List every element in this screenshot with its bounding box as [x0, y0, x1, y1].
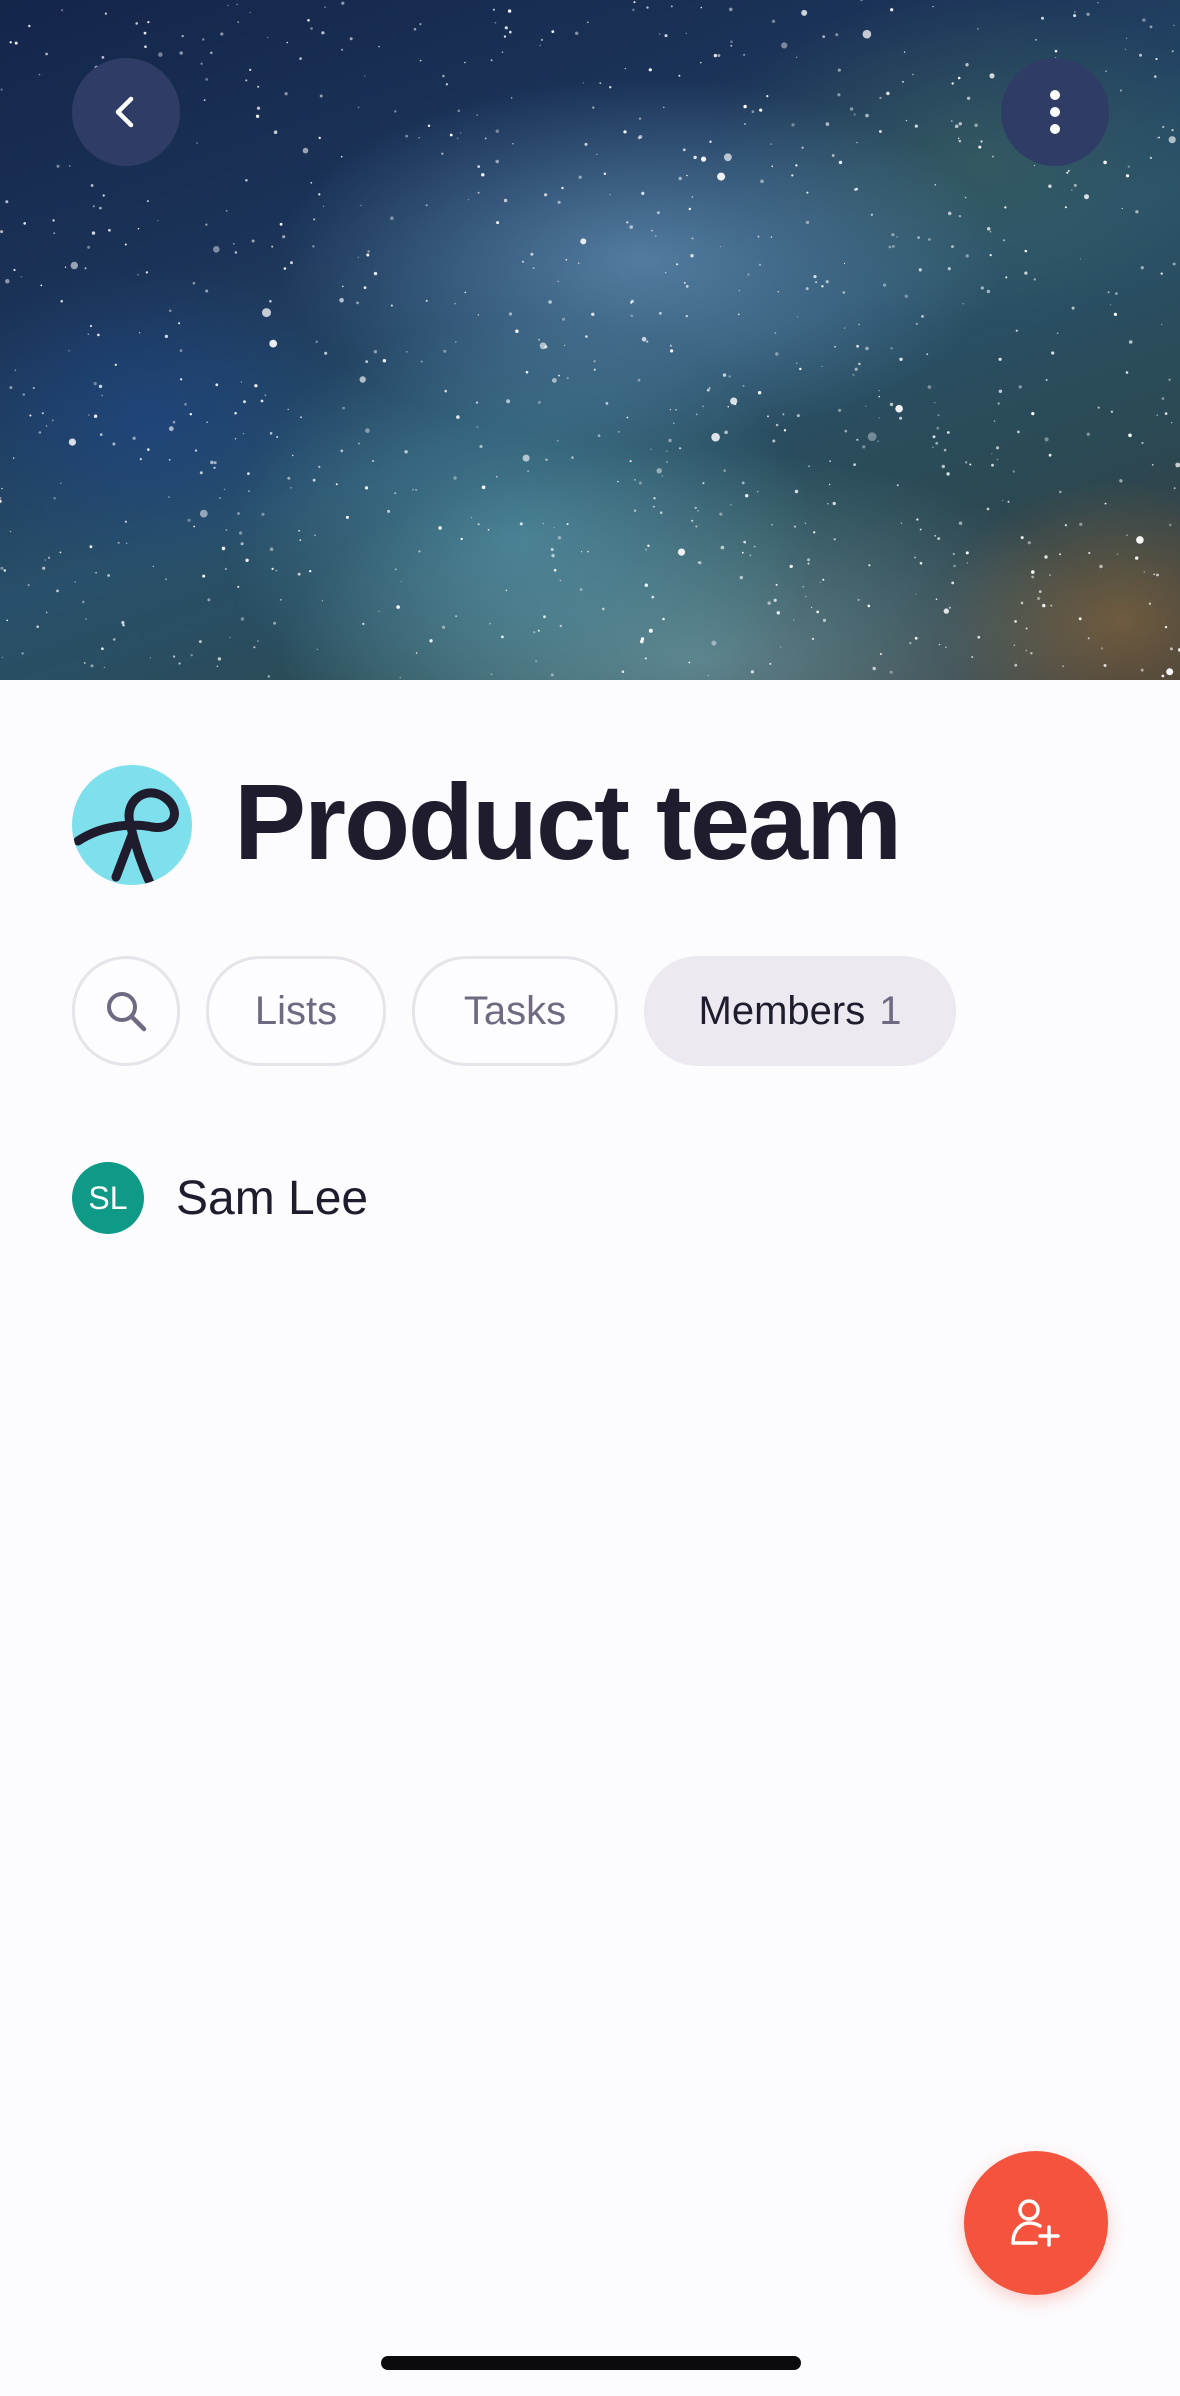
tab-members-label: Members — [698, 988, 866, 1033]
vertical-dots-icon — [1050, 90, 1060, 134]
team-title: Product team — [234, 761, 902, 882]
tab-members[interactable]: Members 1 — [644, 956, 956, 1066]
add-member-button[interactable] — [964, 2151, 1108, 2295]
cover-image — [0, 0, 1180, 680]
tab-lists-label: Lists — [254, 988, 338, 1033]
home-indicator — [381, 2356, 801, 2370]
search-button[interactable] — [72, 956, 180, 1066]
section-tabs: Lists Tasks Members 1 — [72, 956, 956, 1066]
more-options-button[interactable] — [1001, 58, 1109, 166]
ribbon-loop-icon — [73, 788, 179, 885]
avatar: SL — [72, 1162, 144, 1234]
tab-tasks-label: Tasks — [463, 988, 567, 1033]
member-list-item[interactable]: SL Sam Lee — [72, 1162, 368, 1234]
chevron-left-icon — [115, 96, 134, 128]
tab-tasks[interactable]: Tasks — [412, 956, 618, 1066]
member-name: Sam Lee — [176, 1171, 369, 1225]
team-logo — [72, 765, 192, 885]
back-button[interactable] — [72, 58, 180, 166]
search-icon — [107, 992, 147, 1032]
members-count-badge: 1 — [879, 988, 902, 1033]
tab-lists[interactable]: Lists — [206, 956, 386, 1066]
add-person-icon — [1011, 2199, 1060, 2247]
